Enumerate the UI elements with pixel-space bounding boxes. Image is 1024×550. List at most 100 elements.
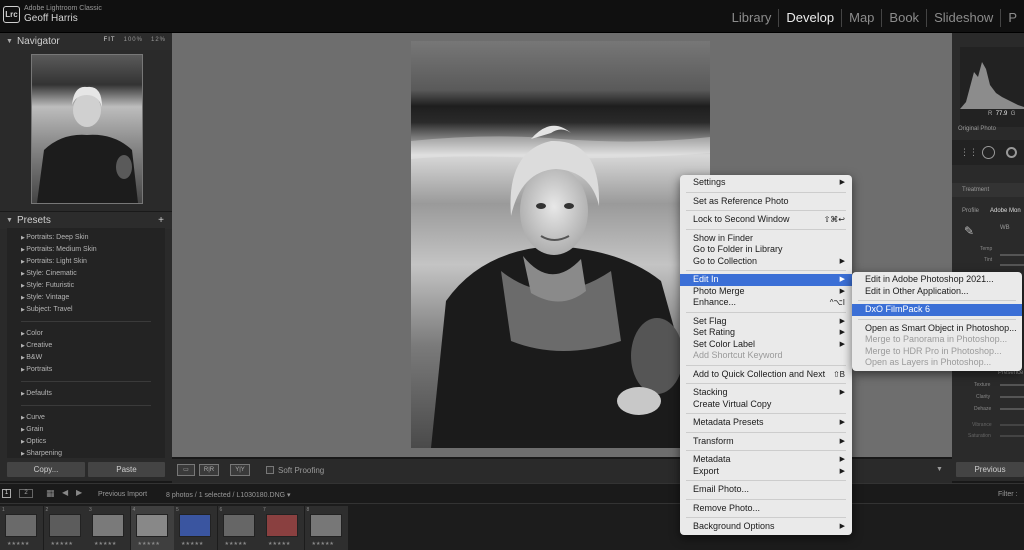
presets-header[interactable]: ▼ Presets + [0,211,172,229]
before-after-view-icon[interactable]: R|R [199,464,219,476]
main-window-screen-1[interactable]: 1 [2,489,11,498]
module-library[interactable]: Library [725,9,779,27]
filmstrip-cell[interactable]: 7 ★★★★★ [261,506,304,550]
preset-group-optics[interactable]: ▶ Optics [7,436,165,448]
menu-item-metadata[interactable]: Metadata ▶ [680,454,852,466]
zoom-12[interactable]: 12% [151,37,166,43]
histogram[interactable]: R 77.9 G [960,47,1024,127]
menu-item-set-color-label[interactable]: Set Color Label ▶ [680,339,852,351]
toolbar-menu-caret-icon[interactable]: ▼ [936,466,943,473]
filmstrip-thumbnail[interactable] [179,514,211,537]
profile-value[interactable]: Adobe Mon [990,208,1021,214]
filmstrip-cell[interactable]: 1 ★★★★★ [0,506,43,550]
filmstrip-status[interactable]: 8 photos / 1 selected / L1030180.DNG ▾ [166,491,291,499]
preset-group-curve[interactable]: ▶ Curve [7,412,165,424]
main-photo[interactable] [411,41,710,448]
menu-item-go-to-folder-in-library[interactable]: Go to Folder in Library [680,244,852,256]
menu-item-dxo-filmpack-6[interactable]: DxO FilmPack 6 [852,304,1022,316]
menu-item-set-rating[interactable]: Set Rating ▶ [680,327,852,339]
module-develop[interactable]: Develop [778,9,841,27]
zoom-100[interactable]: 100% [124,37,143,43]
preset-group-portraits-deep-skin[interactable]: ▶ Portraits: Deep Skin [7,232,165,244]
menu-item-edit-in-adobe-photoshop-2021[interactable]: Edit in Adobe Photoshop 2021... [852,274,1022,286]
menu-item-photo-merge[interactable]: Photo Merge ▶ [680,286,852,298]
tint-slider[interactable] [1000,264,1024,266]
texture-slider[interactable] [1000,384,1024,386]
preset-group-subject-travel[interactable]: ▶ Subject: Travel [7,304,165,316]
clarity-slider[interactable] [1000,396,1024,398]
second-window-screen-2[interactable]: 2 [19,489,33,498]
menu-item-open-as-smart-object-in-photoshop[interactable]: Open as Smart Object in Photoshop... [852,323,1022,335]
menu-item-remove-photo[interactable]: Remove Photo... [680,503,852,515]
preset-group-sharpening[interactable]: ▶ Sharpening [7,448,165,458]
module-p[interactable]: P [1000,9,1024,27]
zoom-fit[interactable]: FIT [104,37,116,43]
menu-item-settings[interactable]: Settings ▶ [680,177,852,189]
collapse-triangle-icon[interactable]: ▼ [6,212,13,229]
menu-item-edit-in[interactable]: Edit In ▶ [680,274,852,286]
filmstrip-thumbnail[interactable] [309,514,342,537]
menu-item-export[interactable]: Export ▶ [680,466,852,478]
filmstrip-thumbnail[interactable] [222,514,255,537]
preset-group-portraits[interactable]: ▶ Portraits [7,364,165,376]
preset-group-grain[interactable]: ▶ Grain [7,424,165,436]
module-book[interactable]: Book [881,9,926,27]
preset-group-portraits-light-skin[interactable]: ▶ Portraits: Light Skin [7,256,165,268]
filmstrip-cell[interactable]: 8 ★★★★★ [304,506,348,550]
loupe-view-icon[interactable]: ▭ [177,464,195,476]
module-map[interactable]: Map [841,9,881,27]
saturation-slider[interactable] [1000,435,1024,437]
preset-group-b-w[interactable]: ▶ B&W [7,352,165,364]
filmstrip-cell[interactable]: 3 ★★★★★ [87,506,130,550]
filmstrip-cell[interactable]: 5 ★★★★★ [174,506,217,550]
menu-item-enhance[interactable]: Enhance... ^⌥I [680,297,852,309]
menu-item-edit-in-other-application[interactable]: Edit in Other Application... [852,286,1022,298]
menu-item-stacking[interactable]: Stacking ▶ [680,387,852,399]
menu-item-set-flag[interactable]: Set Flag ▶ [680,316,852,328]
preset-group-portraits-medium-skin[interactable]: ▶ Portraits: Medium Skin [7,244,165,256]
previous-button[interactable]: Previous [956,462,1024,477]
menu-item-go-to-collection[interactable]: Go to Collection ▶ [680,256,852,268]
white-balance-eyedropper-icon[interactable]: ✎ [964,224,974,238]
module-slideshow[interactable]: Slideshow [926,9,1000,27]
menu-item-add-to-quick-collection-and-next[interactable]: Add to Quick Collection and Next ⇧B [680,369,852,381]
back-arrow-icon[interactable]: ◀ [62,488,68,497]
add-preset-icon[interactable]: + [158,212,164,229]
menu-item-show-in-finder[interactable]: Show in Finder [680,233,852,245]
red-eye-icon[interactable] [1006,147,1017,158]
preset-group-color[interactable]: ▶ Color [7,328,165,340]
filmstrip-thumbnail[interactable] [266,514,298,537]
filmstrip-thumbnail[interactable] [92,514,124,537]
before-after-swap-icon[interactable]: Y|Y [230,464,250,476]
filmstrip-cell[interactable]: 4 ★★★★★ [130,506,174,550]
filmstrip-thumbnail[interactable] [5,514,37,537]
paste-button[interactable]: Paste [88,462,165,477]
copy-button[interactable]: Copy... [7,462,85,477]
menu-item-create-virtual-copy[interactable]: Create Virtual Copy [680,399,852,411]
dehaze-slider[interactable] [1000,408,1024,410]
filmstrip-thumbnail[interactable] [48,514,81,537]
preset-group-style-cinematic[interactable]: ▶ Style: Cinematic [7,268,165,280]
navigator-preview[interactable] [31,54,143,204]
preset-group-creative[interactable]: ▶ Creative [7,340,165,352]
spot-removal-icon[interactable] [982,146,995,159]
preset-group-defaults[interactable]: ▶ Defaults [7,388,165,400]
menu-item-lock-to-second-window[interactable]: Lock to Second Window ⇧⌘↩ [680,214,852,226]
filmstrip-thumbnail[interactable] [135,514,168,537]
menu-item-transform[interactable]: Transform ▶ [680,436,852,448]
menu-item-metadata-presets[interactable]: Metadata Presets ▶ [680,417,852,429]
forward-arrow-icon[interactable]: ▶ [76,488,82,497]
crop-tool-icon[interactable]: ⋮⋮ [960,147,978,158]
menu-item-set-as-reference-photo[interactable]: Set as Reference Photo [680,196,852,208]
filmstrip-source[interactable]: Previous Import [98,491,147,498]
menu-item-email-photo[interactable]: Email Photo... [680,484,852,496]
collapse-triangle-icon[interactable]: ▼ [6,33,13,50]
filmstrip-cell[interactable]: 2 ★★★★★ [43,506,87,550]
preset-group-style-futuristic[interactable]: ▶ Style: Futuristic [7,280,165,292]
preset-group-style-vintage[interactable]: ▶ Style: Vintage [7,292,165,304]
menu-item-background-options[interactable]: Background Options ▶ [680,521,852,533]
soft-proofing-checkbox[interactable] [266,466,274,474]
vibrance-slider[interactable] [1000,424,1024,426]
grid-view-icon[interactable]: ▦ [46,489,55,498]
filmstrip-cell[interactable]: 6 ★★★★★ [217,506,261,550]
